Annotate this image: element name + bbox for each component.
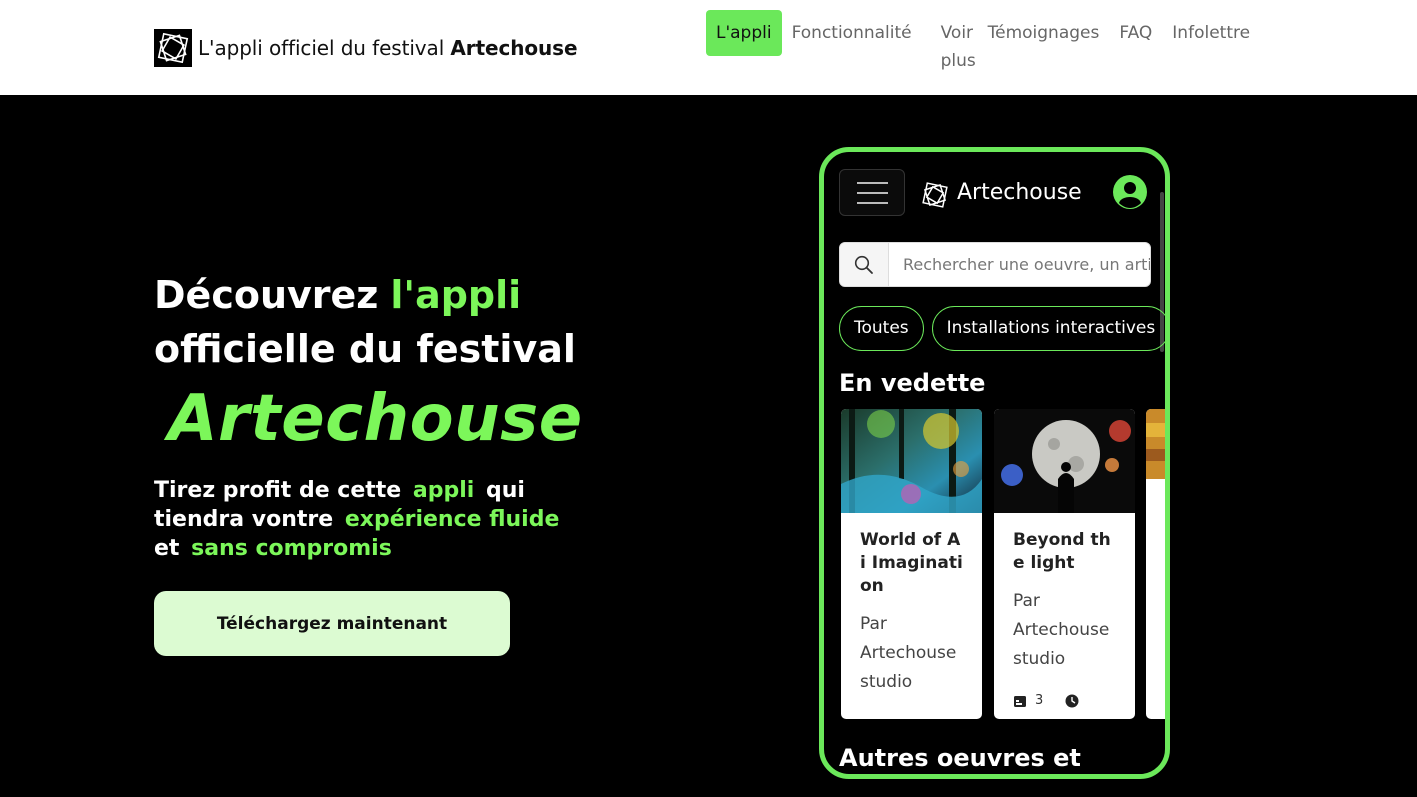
brand[interactable]: L'appli officiel du festival Artechouse <box>154 28 578 68</box>
hero-sub-highlight-compromis: sans compromis <box>191 536 392 561</box>
nav-item-fonctionnalite[interactable]: Fonctionnalité <box>782 10 922 56</box>
artwork-card[interactable]: World of Ai Imagination Par Artechouse s… <box>841 409 982 719</box>
artechouse-logo-icon <box>154 29 192 67</box>
artwork-image <box>994 409 1135 513</box>
chip-installations-interactives[interactable]: Installations interactives <box>931 306 1165 351</box>
artwork-count: 3 <box>1035 693 1044 708</box>
artwork-meta: 3 <box>1013 693 1079 708</box>
hero-sub-highlight-experience: expérience fluide <box>344 507 560 532</box>
nav-item-infolettre[interactable]: Infolettre <box>1162 10 1260 56</box>
nav-item-temoignages[interactable]: Témoignages <box>978 10 1110 56</box>
hero-title: Découvrez l'appli officielle du festival <box>154 268 674 376</box>
hero-sub-highlight-appli: appli <box>412 478 475 503</box>
artwork-card[interactable]: Beyond the light Par Artechouse studio 3 <box>994 409 1135 719</box>
hamburger-line <box>857 192 888 194</box>
hamburger-line <box>857 202 888 204</box>
other-works-section-title: Autres oeuvres et <box>839 744 1081 772</box>
download-button[interactable]: Téléchargez maintenant <box>154 591 510 656</box>
category-chips: Toutes Installations interactives <box>839 306 1165 351</box>
artwork-image <box>841 409 982 513</box>
user-avatar-icon[interactable] <box>1112 174 1148 210</box>
search-button[interactable] <box>840 243 889 286</box>
phone-screen: Artechouse Toutes Installations interact… <box>824 152 1165 774</box>
hero-sub-part3: et <box>154 536 180 561</box>
artwork-title: Beyond the light <box>1013 530 1111 573</box>
hero-subtitle: Tirez profit de cette appli qui tiendra … <box>154 476 594 563</box>
top-navbar: L'appli officiel du festival Artechouse … <box>0 0 1417 95</box>
menu-button[interactable] <box>839 169 905 216</box>
artwork-author: Par Artechouse studio <box>1013 591 1110 669</box>
app-logo-icon <box>920 180 950 210</box>
hamburger-line <box>857 182 888 184</box>
hero-title-part2: officielle du festival <box>154 327 576 371</box>
brand-name: Artechouse <box>450 36 578 60</box>
hero-title-part1: Découvrez <box>154 273 379 317</box>
search-input[interactable] <box>889 243 1150 286</box>
main-nav: L'appli Fonctionnalité Voir plus Témoign… <box>706 10 1260 75</box>
app-title: Artechouse <box>957 180 1082 205</box>
artwork-card[interactable] <box>1146 409 1165 719</box>
hero-title-highlight: l'appli <box>390 273 522 317</box>
search-icon <box>854 255 873 274</box>
hero-brand-title: Artechouse <box>168 382 583 456</box>
search-bar <box>839 242 1151 287</box>
artwork-title: World of Ai Imagination <box>860 530 963 596</box>
phone-mockup: Artechouse Toutes Installations interact… <box>819 147 1170 779</box>
nav-item-appli[interactable]: L'appli <box>706 10 782 56</box>
nav-item-faq[interactable]: FAQ <box>1109 10 1162 56</box>
brand-prefix: L'appli officiel du festival <box>198 36 445 60</box>
nav-item-voir-plus[interactable]: Voir plus <box>922 10 978 75</box>
calendar-icon <box>1014 695 1026 707</box>
hero-sub-part1: Tirez profit de cette <box>154 478 402 503</box>
brand-text: L'appli officiel du festival Artechouse <box>198 36 578 60</box>
featured-section-title: En vedette <box>839 369 986 397</box>
chip-toutes[interactable]: Toutes <box>839 306 924 351</box>
clock-icon <box>1065 694 1079 707</box>
artwork-author: Par Artechouse studio <box>860 614 957 692</box>
artwork-image <box>1146 409 1165 513</box>
